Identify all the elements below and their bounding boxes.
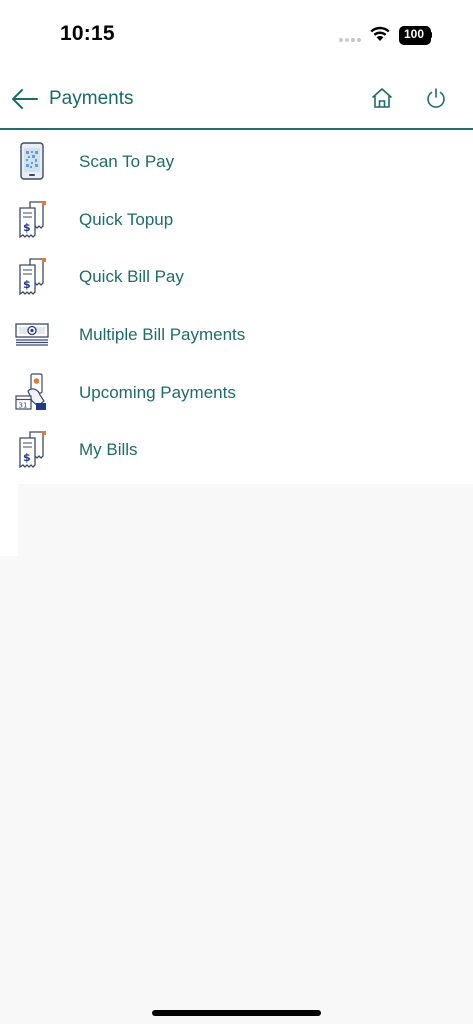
- calendar-payment-icon: 31: [15, 373, 46, 410]
- cash-stack-icon: [15, 323, 49, 346]
- cellular-signal-icon: [339, 38, 363, 44]
- menu-item-quick-topup[interactable]: $ Quick Topup: [0, 190, 473, 248]
- battery-level: 100: [403, 27, 425, 41]
- menu-item-label: Multiple Bill Payments: [79, 325, 246, 345]
- menu-item-quick-bill-pay[interactable]: $ Quick Bill Pay: [0, 247, 473, 305]
- home-indicator[interactable]: [152, 1010, 321, 1016]
- status-time: 10:15: [60, 22, 115, 45]
- menu-item-my-bills[interactable]: $ My Bills: [0, 420, 473, 478]
- empty-panel: [18, 484, 473, 1024]
- menu-item-label: Scan To Pay: [79, 152, 175, 171]
- bill-receipt-icon: $: [19, 258, 46, 296]
- back-arrow-icon[interactable]: [10, 86, 40, 112]
- svg-text:$: $: [23, 451, 31, 464]
- payments-menu: Scan To Pay $ Quick Topup $ Quick Bill P…: [0, 132, 473, 478]
- status-bar: 10:15 100: [0, 0, 473, 70]
- bill-receipt-icon: $: [19, 200, 46, 238]
- menu-item-scan-to-pay[interactable]: Scan To Pay: [0, 132, 473, 190]
- phone-qr-icon: [20, 142, 44, 180]
- battery-icon: 100: [399, 26, 432, 45]
- home-icon[interactable]: [370, 86, 394, 110]
- menu-item-label: My Bills: [79, 440, 138, 460]
- wifi-icon: [370, 26, 390, 41]
- menu-item-label: Upcoming Payments: [79, 382, 236, 402]
- menu-item-label: Quick Topup: [79, 209, 174, 229]
- menu-item-upcoming-payments[interactable]: 31 Upcoming Payments: [0, 363, 473, 421]
- svg-text:$: $: [23, 278, 31, 291]
- page-title: Payments: [49, 88, 134, 109]
- svg-text:31: 31: [19, 401, 28, 409]
- bill-receipt-icon: $: [19, 431, 46, 469]
- menu-item-multiple-bill-payments[interactable]: Multiple Bill Payments: [0, 305, 473, 363]
- app-header: Payments: [0, 70, 473, 130]
- menu-item-label: Quick Bill Pay: [79, 267, 184, 287]
- power-icon[interactable]: [424, 86, 448, 110]
- svg-text:$: $: [23, 221, 31, 234]
